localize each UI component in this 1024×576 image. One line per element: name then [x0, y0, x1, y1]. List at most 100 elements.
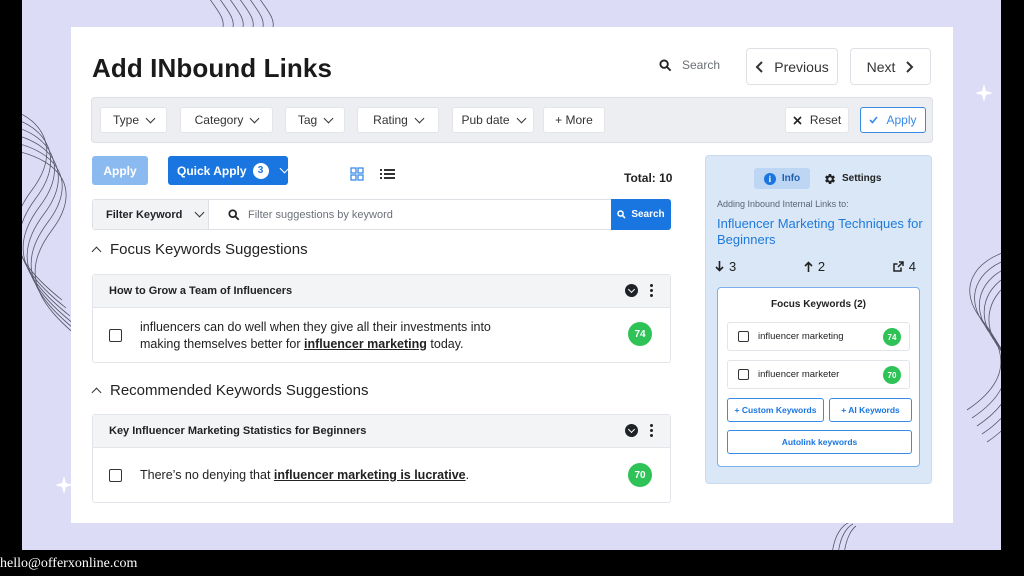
suggestion-text: influencers can do well when they give a…: [140, 320, 491, 351]
quick-apply-label: Quick Apply: [177, 163, 247, 178]
keyword-search-input[interactable]: [248, 208, 608, 221]
chevron-down-icon: [323, 113, 334, 123]
chevron-down-icon: [516, 113, 526, 123]
quick-apply-count-badge: 3: [252, 162, 269, 179]
recommended-suggestion-card: Key Influencer Marketing Statistics for …: [92, 414, 671, 503]
apply-filters-button[interactable]: Apply: [860, 107, 926, 133]
recommended-section-header: Recommended Keywords Suggestions: [91, 382, 369, 399]
pub-date-filter-label: Pub date: [461, 113, 510, 127]
main-window: Add INbound Links Search Previous Next T…: [71, 27, 953, 523]
search-icon: [659, 58, 672, 71]
focus-suggestion-card: How to Grow a Team of Influencers influe…: [92, 274, 671, 363]
checkmark-icon: [869, 116, 879, 124]
keyword-score-badge: 70: [883, 366, 901, 384]
previous-label: Previous: [774, 58, 829, 75]
suggestion-keyword-link[interactable]: influencer marketing is lucrative: [274, 468, 466, 482]
add-ai-keywords-button[interactable]: + AI Keywords: [829, 398, 912, 422]
category-filter-label: Category: [194, 113, 244, 127]
more-options-icon[interactable]: [650, 284, 653, 297]
more-filters-button[interactable]: + More: [543, 107, 605, 133]
tab-settings[interactable]: Settings: [824, 168, 881, 189]
focus-keyword-label: influencer marketing: [758, 331, 844, 342]
keyword-search-button[interactable]: Search: [611, 199, 671, 230]
more-filters-label: + More: [555, 113, 593, 127]
recommended-section-heading: Recommended Keywords Suggestions: [110, 382, 369, 399]
suggestion-card-header: Key Influencer Marketing Statistics for …: [93, 415, 670, 448]
reset-button[interactable]: Reset: [785, 107, 849, 133]
inbound-links-count: 3: [729, 259, 737, 274]
external-link-icon: [893, 261, 904, 272]
chevron-up-icon[interactable]: [91, 246, 102, 257]
type-filter-dropdown[interactable]: Type: [100, 107, 167, 133]
suggestion-checkbox[interactable]: [109, 329, 122, 342]
chevron-up-icon[interactable]: [91, 387, 102, 398]
relevance-score-badge: 74: [628, 322, 652, 346]
suggestion-checkbox[interactable]: [109, 469, 122, 482]
focus-section-heading: Focus Keywords Suggestions: [110, 241, 308, 258]
focus-keyword-checkbox[interactable]: [738, 369, 749, 380]
tab-settings-label: Settings: [842, 173, 882, 184]
suggestion-text: There’s no denying that influencer marke…: [140, 468, 470, 482]
focus-keyword-item: influencer marketing 74: [727, 322, 910, 351]
rating-filter-dropdown[interactable]: Rating: [357, 107, 439, 133]
keyword-score-badge: 74: [883, 328, 901, 346]
add-custom-keywords-button[interactable]: + Custom Keywords: [727, 398, 824, 422]
gear-icon: [825, 173, 835, 184]
apply-button[interactable]: Apply: [92, 156, 148, 185]
category-filter-dropdown[interactable]: Category: [180, 107, 273, 133]
grid-view-icon[interactable]: [350, 167, 364, 181]
inbound-links-stat: 3: [715, 259, 736, 274]
target-post-title[interactable]: Influencer Marketing Techniques for Begi…: [717, 216, 927, 248]
header-search-button[interactable]: Search: [659, 58, 720, 72]
search-icon: [617, 210, 626, 219]
filter-keyword-label: Filter Keyword: [106, 208, 183, 221]
tag-filter-dropdown[interactable]: Tag: [285, 107, 345, 133]
next-label: Next: [866, 58, 896, 75]
slide-background: Add INbound Links Search Previous Next T…: [22, 0, 1001, 550]
arrow-down-icon: [715, 261, 724, 272]
focus-section-header: Focus Keywords Suggestions: [91, 241, 308, 258]
suggestion-row: There’s no denying that influencer marke…: [93, 448, 670, 502]
pub-date-filter-dropdown[interactable]: Pub date: [452, 107, 534, 133]
footer-email: hello@offerxonline.com: [0, 556, 138, 571]
panel-subtitle: Adding Inbound Internal Links to:: [717, 199, 849, 209]
chevron-down-icon: [194, 207, 205, 218]
tab-info[interactable]: i Info: [754, 168, 810, 189]
type-filter-label: Type: [112, 113, 139, 127]
quick-apply-button[interactable]: Quick Apply 3: [168, 156, 290, 185]
tab-info-label: Info: [781, 173, 801, 184]
keyword-search-label: Search: [631, 209, 665, 220]
rating-filter-label: Rating: [373, 113, 408, 127]
info-icon: i: [763, 172, 776, 185]
filter-keyword-dropdown[interactable]: Filter Keyword: [93, 200, 209, 229]
list-view-icon[interactable]: [380, 168, 395, 180]
header-search-label: Search: [682, 58, 721, 72]
next-button[interactable]: Next: [850, 48, 931, 85]
expand-icon[interactable]: [625, 284, 638, 297]
suggestion-row: influencers can do well when they give a…: [93, 308, 670, 362]
focus-keywords-box: Focus Keywords (2) influencer marketing …: [717, 287, 920, 467]
link-stats: 3 2 4: [715, 259, 916, 274]
previous-button[interactable]: Previous: [746, 48, 838, 85]
chevron-down-icon: [414, 113, 425, 123]
more-options-icon[interactable]: [650, 424, 653, 437]
reset-label: Reset: [809, 113, 842, 127]
outbound-links-count: 2: [817, 259, 826, 274]
chevron-right-icon: [906, 60, 914, 73]
total-count: Total: 10: [624, 171, 673, 185]
focus-keyword-item: influencer marketer 70: [727, 360, 910, 389]
chevron-down-icon: [249, 113, 260, 123]
search-icon: [228, 208, 240, 220]
arrow-up-icon: [804, 261, 813, 272]
focus-keyword-checkbox[interactable]: [738, 331, 749, 342]
autolink-keywords-button[interactable]: Autolink keywords: [727, 430, 912, 454]
chevron-down-icon: [279, 163, 290, 174]
expand-icon[interactable]: [625, 424, 638, 437]
keyword-filter-bar: Filter Keyword Search: [92, 199, 671, 230]
suggestion-post-title: Key Influencer Marketing Statistics for …: [109, 425, 367, 437]
suggestion-keyword-link[interactable]: influencer marketing: [304, 337, 427, 351]
suggestion-post-title: How to Grow a Team of Influencers: [109, 285, 293, 297]
page-title: Add INbound Links: [92, 53, 333, 83]
info-side-panel: i Info Settings Adding Inbound Internal …: [705, 155, 932, 484]
outbound-links-stat: 2: [804, 259, 825, 274]
